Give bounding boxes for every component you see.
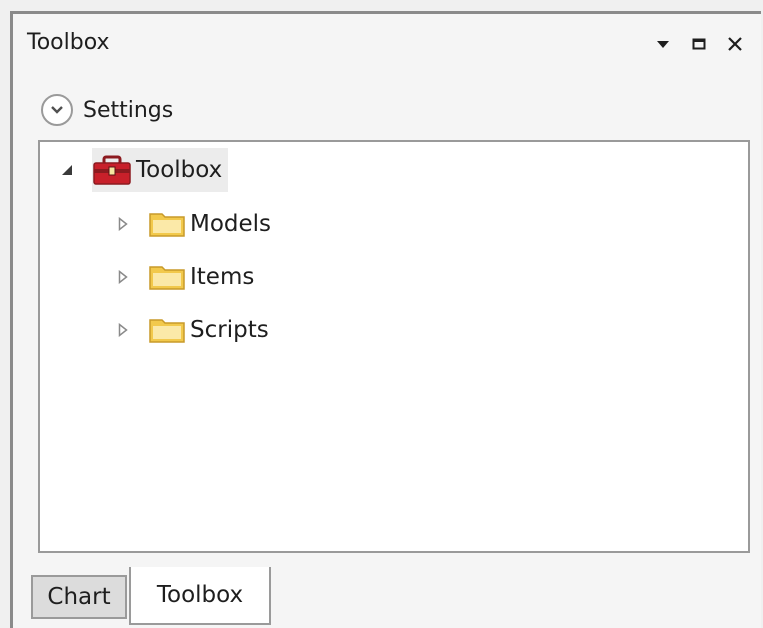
tree-item-label: Items: [190, 264, 255, 290]
tab-chart[interactable]: Chart: [31, 575, 127, 619]
folder-icon: [149, 266, 185, 290]
collapsed-arrow-icon: [118, 217, 128, 231]
toolbox-icon: [93, 155, 131, 185]
panel-tabs: Chart Toolbox: [31, 567, 271, 625]
tree-item-label: Toolbox: [136, 157, 223, 183]
maximize-icon: [692, 38, 706, 50]
titlebar-buttons: [645, 32, 753, 56]
collapsed-arrow-icon: [118, 270, 128, 284]
tree-item-label: Models: [190, 211, 272, 237]
panel-titlebar: Toolbox: [13, 14, 761, 64]
expand-toggle[interactable]: [112, 266, 134, 288]
tree-item-scripts[interactable]: Scripts: [112, 308, 269, 352]
expand-toggle[interactable]: [56, 159, 78, 181]
folder-icon: [149, 319, 185, 343]
root-node[interactable]: Toolbox: [92, 148, 229, 192]
settings-toggle-button[interactable]: [41, 94, 73, 126]
folder-icon: [149, 213, 185, 237]
tree-item-items[interactable]: Items: [112, 255, 254, 299]
close-icon: [728, 37, 742, 51]
settings-expander[interactable]: Settings: [41, 90, 173, 130]
toolbox-panel: Toolbox Settings Toolbox Models Items Sc…: [10, 11, 761, 628]
expand-toggle[interactable]: [112, 213, 134, 235]
expanded-arrow-icon: [62, 165, 72, 175]
toolbox-tree[interactable]: Toolbox Models Items Scripts: [38, 140, 750, 553]
tree-item-toolbox[interactable]: Toolbox: [56, 148, 229, 192]
chevron-down-icon: [51, 106, 63, 114]
panel-title: Toolbox: [27, 30, 110, 55]
tab-toolbox[interactable]: Toolbox: [129, 567, 271, 625]
tree-item-models[interactable]: Models: [112, 202, 271, 246]
dropdown-button[interactable]: [645, 32, 681, 56]
chevron-down-icon: [657, 41, 669, 48]
close-button[interactable]: [717, 32, 753, 56]
expand-toggle[interactable]: [112, 319, 134, 341]
tree-item-label: Scripts: [190, 317, 269, 343]
settings-label: Settings: [83, 97, 174, 123]
maximize-button[interactable]: [681, 32, 717, 56]
collapsed-arrow-icon: [118, 323, 128, 337]
